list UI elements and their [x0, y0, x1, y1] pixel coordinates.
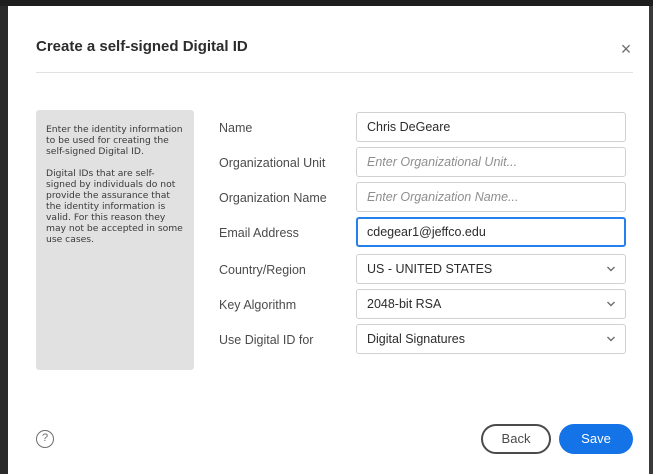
- name-field[interactable]: [356, 112, 626, 142]
- org-name-field[interactable]: [356, 182, 626, 212]
- org-unit-field[interactable]: [356, 147, 626, 177]
- app-backdrop-left: [0, 6, 8, 474]
- country-value: US - UNITED STATES: [367, 262, 493, 276]
- name-label: Name: [219, 121, 253, 135]
- back-button[interactable]: Back: [481, 424, 551, 454]
- country-select[interactable]: US - UNITED STATES: [356, 254, 626, 284]
- key-algorithm-label: Key Algorithm: [219, 298, 297, 312]
- save-button[interactable]: Save: [559, 424, 633, 454]
- use-for-label: Use Digital ID for: [219, 333, 314, 347]
- info-panel: Enter the identity information to be use…: [36, 110, 194, 370]
- app-backdrop-right: [649, 6, 653, 474]
- use-for-value: Digital Signatures: [367, 332, 465, 346]
- chevron-down-icon: [607, 336, 615, 342]
- org-unit-row: Organizational Unit: [219, 147, 629, 179]
- name-row: Name: [219, 112, 629, 144]
- chevron-down-icon: [607, 301, 615, 307]
- country-row: Country/Region US - UNITED STATES: [219, 254, 629, 286]
- key-algorithm-select[interactable]: 2048-bit RSA: [356, 289, 626, 319]
- email-label: Email Address: [219, 226, 299, 240]
- email-field[interactable]: [356, 217, 626, 247]
- use-for-row: Use Digital ID for Digital Signatures: [219, 324, 629, 356]
- info-text-warning: Digital IDs that are self-signed by indi…: [46, 168, 183, 245]
- help-icon[interactable]: ?: [36, 430, 54, 448]
- close-icon[interactable]: ×: [616, 40, 636, 60]
- org-unit-label: Organizational Unit: [219, 156, 326, 170]
- title-divider: [36, 72, 633, 73]
- chevron-down-icon: [607, 266, 615, 272]
- dialog-title: Create a self-signed Digital ID: [36, 38, 248, 55]
- org-name-label: Organization Name: [219, 191, 327, 205]
- country-label: Country/Region: [219, 263, 306, 277]
- org-name-row: Organization Name: [219, 182, 629, 214]
- info-text-intro: Enter the identity information to be use…: [46, 124, 183, 157]
- key-algorithm-row: Key Algorithm 2048-bit RSA: [219, 289, 629, 321]
- key-algorithm-value: 2048-bit RSA: [367, 297, 442, 311]
- use-for-select[interactable]: Digital Signatures: [356, 324, 626, 354]
- create-digital-id-dialog: Create a self-signed Digital ID × Enter …: [8, 6, 649, 474]
- email-row: Email Address: [219, 217, 629, 249]
